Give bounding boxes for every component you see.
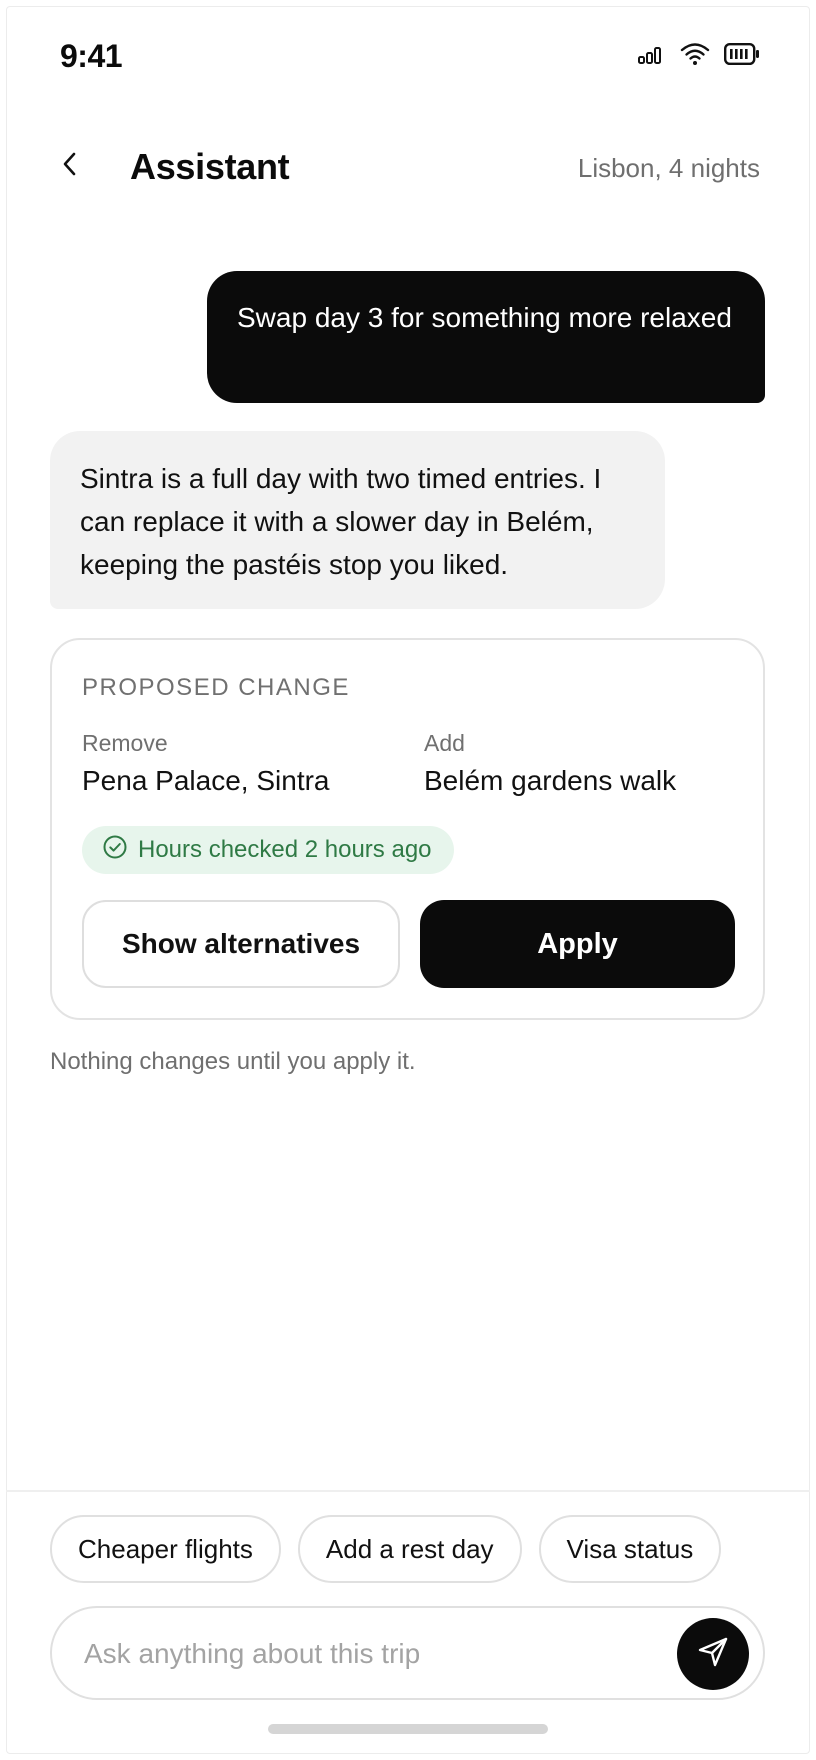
- status-time: 9:41: [60, 38, 123, 74]
- add-label: Add: [424, 730, 465, 756]
- suggestion-chip[interactable]: Add a rest day: [297, 1515, 522, 1583]
- back-button[interactable]: [50, 146, 90, 186]
- wifi-icon: [680, 42, 710, 66]
- suggestion-chips: Cheaper flights Add a rest day Visa stat…: [50, 1515, 722, 1583]
- add-value: Belém gardens walk: [424, 765, 677, 796]
- status-icons: [638, 42, 760, 66]
- home-indicator: [268, 1724, 548, 1734]
- trip-context: Lisbon, 4 nights: [577, 153, 760, 183]
- remove-label: Remove: [82, 730, 168, 756]
- apply-button[interactable]: Apply: [420, 900, 735, 988]
- proposed-change-card: PROPOSED CHANGE Remove Pena Palace, Sint…: [50, 638, 765, 1020]
- page-title: Assistant: [130, 146, 290, 187]
- show-alternatives-button[interactable]: Show alternatives: [82, 900, 400, 988]
- remove-value: Pena Palace, Sintra: [82, 765, 330, 796]
- message-input[interactable]: [82, 1608, 646, 1700]
- apply-footnote: Nothing changes until you apply it.: [50, 1048, 416, 1075]
- composer: [50, 1606, 765, 1700]
- card-eyebrow: PROPOSED CHANGE: [82, 674, 350, 701]
- divider: [6, 1490, 810, 1492]
- battery-icon: [724, 43, 760, 65]
- send-button[interactable]: [677, 1618, 749, 1690]
- user-message: Swap day 3 for something more relaxed: [207, 271, 765, 403]
- hours-checked-badge: Hours checked 2 hours ago: [82, 826, 454, 874]
- check-circle-icon: [102, 834, 128, 867]
- signal-icon: [638, 44, 666, 64]
- badge-text: Hours checked 2 hours ago: [138, 836, 432, 863]
- assistant-message: Sintra is a full day with two timed entr…: [50, 431, 665, 609]
- chevron-left-icon: [60, 149, 80, 184]
- suggestion-chip[interactable]: Visa status: [538, 1515, 722, 1583]
- send-icon: [696, 1635, 730, 1674]
- suggestion-chip[interactable]: Cheaper flights: [50, 1515, 281, 1583]
